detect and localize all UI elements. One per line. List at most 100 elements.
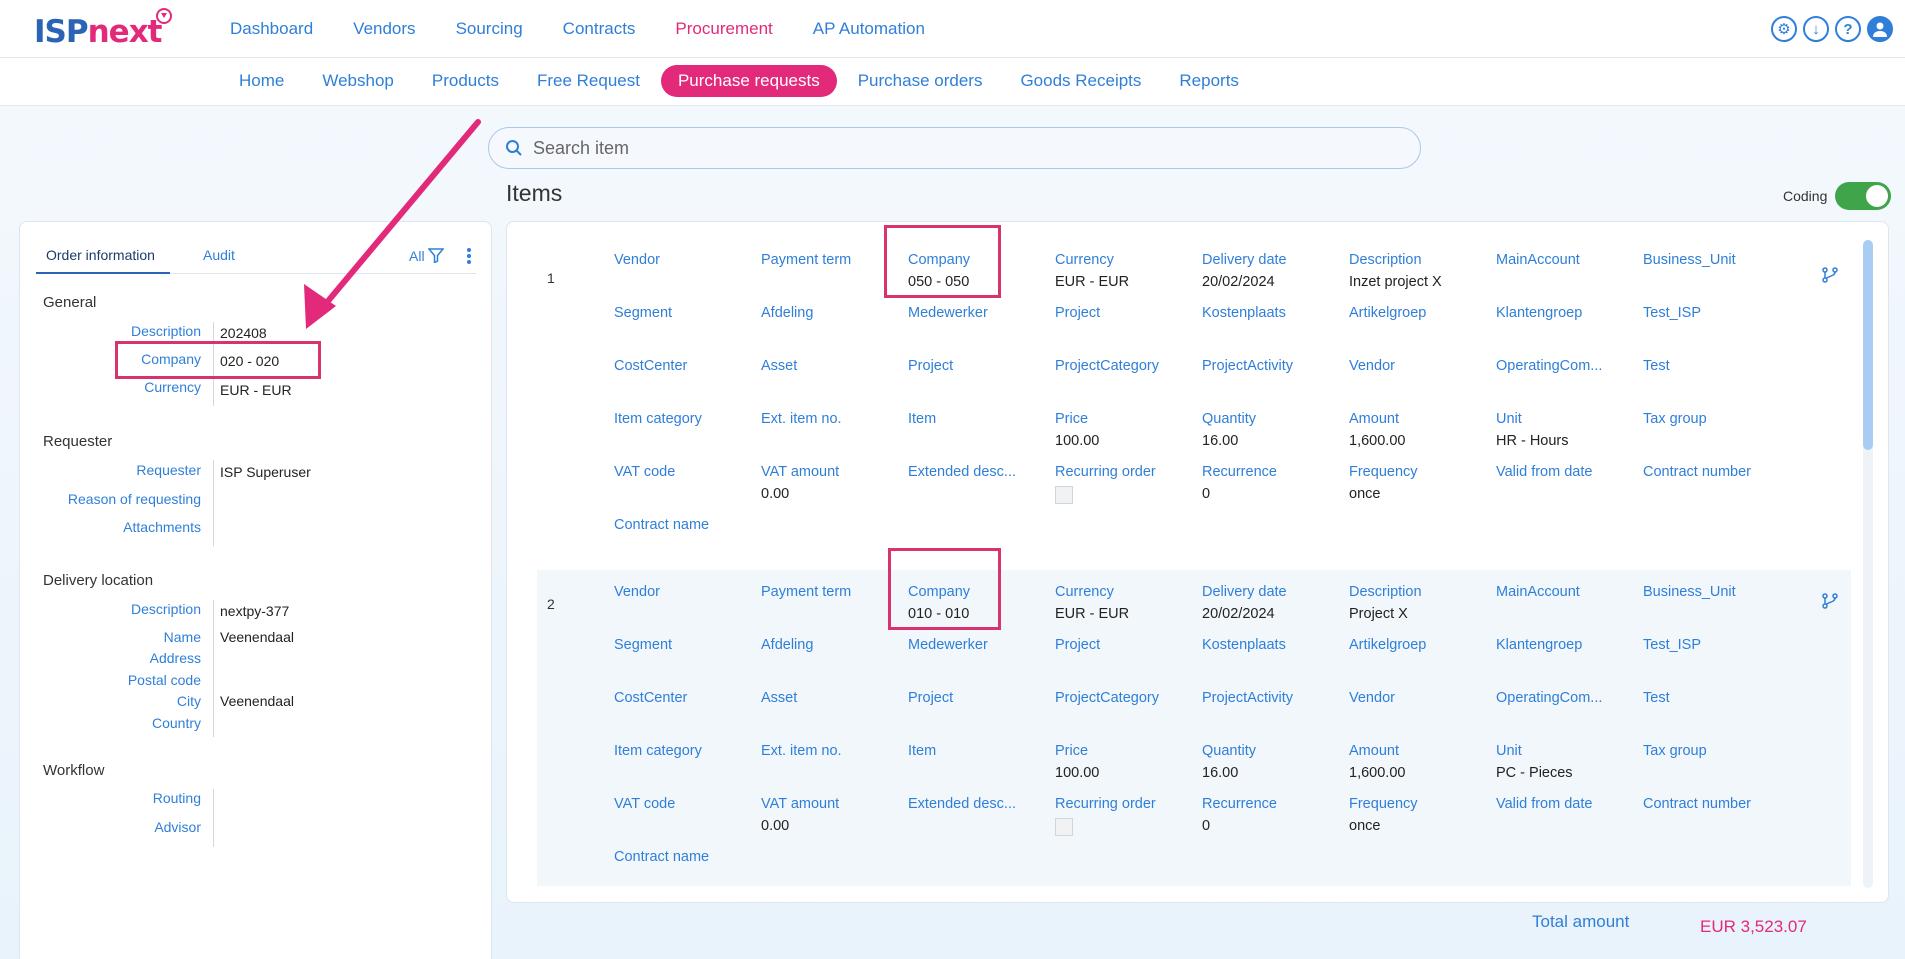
item-field[interactable]: Amount 1,600.00 xyxy=(1349,743,1489,781)
item-field[interactable]: MainAccount xyxy=(1496,252,1636,274)
branch-icon[interactable] xyxy=(1821,592,1839,610)
branch-icon[interactable] xyxy=(1821,266,1839,284)
item-field[interactable]: Currency EUR - EUR xyxy=(1055,584,1195,622)
help-icon[interactable]: ? xyxy=(1835,16,1861,42)
item-field[interactable]: Valid from date xyxy=(1496,464,1636,486)
item-field[interactable]: Tax group xyxy=(1643,411,1783,433)
nav-dashboard[interactable]: Dashboard xyxy=(230,19,313,39)
item-field[interactable]: Description Inzet project X xyxy=(1349,252,1489,290)
recurring-order-checkbox[interactable] xyxy=(1055,818,1073,836)
item-field[interactable]: MainAccount xyxy=(1496,584,1636,606)
subnav-products[interactable]: Products xyxy=(413,65,518,97)
item-field[interactable]: Extended desc... xyxy=(908,464,1048,486)
download-icon[interactable]: ↓ xyxy=(1803,16,1829,42)
item-field[interactable]: Klantengroep xyxy=(1496,305,1636,327)
item-field[interactable]: CostCenter xyxy=(614,690,754,712)
item-field[interactable]: Ext. item no. xyxy=(761,411,901,433)
item-field[interactable]: Kostenplaats xyxy=(1202,637,1342,659)
item-field[interactable]: Amount 1,600.00 xyxy=(1349,411,1489,449)
item-field[interactable]: Payment term xyxy=(761,584,901,606)
item-field[interactable]: Project xyxy=(1055,637,1195,659)
item-field[interactable]: ProjectCategory xyxy=(1055,358,1195,380)
item-field[interactable]: Afdeling xyxy=(761,305,901,327)
item-field[interactable]: Vendor xyxy=(1349,690,1489,712)
gear-icon[interactable]: ⚙ xyxy=(1771,16,1797,42)
item-field[interactable]: Afdeling xyxy=(761,637,901,659)
item-field[interactable]: ProjectActivity xyxy=(1202,690,1342,712)
item-field[interactable]: Test_ISP xyxy=(1643,637,1783,659)
item-field[interactable]: Klantengroep xyxy=(1496,637,1636,659)
nav-vendors[interactable]: Vendors xyxy=(353,19,415,39)
item-field[interactable]: Segment xyxy=(614,637,754,659)
item-field[interactable]: ProjectCategory xyxy=(1055,690,1195,712)
item-field[interactable]: Artikelgroep xyxy=(1349,637,1489,659)
nav-sourcing[interactable]: Sourcing xyxy=(456,19,523,39)
item-field[interactable]: Quantity 16.00 xyxy=(1202,411,1342,449)
item-field[interactable]: Payment term xyxy=(761,252,901,274)
subnav-reports[interactable]: Reports xyxy=(1160,65,1258,97)
user-icon[interactable] xyxy=(1867,16,1893,42)
item-field[interactable]: Vendor xyxy=(614,584,754,606)
item-field[interactable]: Frequency once xyxy=(1349,464,1489,502)
item-field[interactable]: Delivery date 20/02/2024 xyxy=(1202,584,1342,622)
item-field[interactable]: Recurrence 0 xyxy=(1202,796,1342,834)
item-field[interactable]: Valid from date xyxy=(1496,796,1636,818)
subnav-goods-receipts[interactable]: Goods Receipts xyxy=(1001,65,1160,97)
item-field[interactable]: Extended desc... xyxy=(908,796,1048,818)
item-field[interactable]: Contract number xyxy=(1643,796,1783,818)
subnav-webshop[interactable]: Webshop xyxy=(303,65,413,97)
item-field[interactable]: VAT amount 0.00 xyxy=(761,464,901,502)
item-field[interactable]: Item category xyxy=(614,411,754,433)
item-field[interactable]: Delivery date 20/02/2024 xyxy=(1202,252,1342,290)
subnav-purchase-orders[interactable]: Purchase orders xyxy=(839,65,1002,97)
item-field[interactable]: Medewerker xyxy=(908,637,1048,659)
item-field[interactable]: Description Project X xyxy=(1349,584,1489,622)
item-field[interactable]: Contract number xyxy=(1643,464,1783,486)
item-field[interactable]: Quantity 16.00 xyxy=(1202,743,1342,781)
subnav-home[interactable]: Home xyxy=(220,65,303,97)
item-field[interactable]: Recurring order xyxy=(1055,464,1195,504)
item-field[interactable]: Currency EUR - EUR xyxy=(1055,252,1195,290)
recurring-order-checkbox[interactable] xyxy=(1055,486,1073,504)
subnav-free-request[interactable]: Free Request xyxy=(518,65,659,97)
item-field[interactable]: Vendor xyxy=(1349,358,1489,380)
item-field[interactable]: Recurrence 0 xyxy=(1202,464,1342,502)
item-field[interactable]: Recurring order xyxy=(1055,796,1195,836)
item-field[interactable]: Ext. item no. xyxy=(761,743,901,765)
item-field[interactable]: Item category xyxy=(614,743,754,765)
item-field[interactable]: Item xyxy=(908,743,1048,765)
item-field[interactable]: VAT amount 0.00 xyxy=(761,796,901,834)
nav-ap-automation[interactable]: AP Automation xyxy=(813,19,925,39)
items-scrollbar[interactable] xyxy=(1863,240,1873,888)
item-field[interactable]: Test xyxy=(1643,358,1783,380)
tab-audit[interactable]: Audit xyxy=(203,246,235,274)
item-field[interactable]: Price 100.00 xyxy=(1055,411,1195,449)
item-field[interactable]: Contract name xyxy=(614,517,754,539)
item-field[interactable]: Business_Unit xyxy=(1643,584,1783,606)
item-field[interactable]: Price 100.00 xyxy=(1055,743,1195,781)
nav-procurement[interactable]: Procurement xyxy=(675,19,772,39)
subnav-purchase-requests[interactable]: Purchase requests xyxy=(660,65,837,97)
item-field[interactable]: CostCenter xyxy=(614,358,754,380)
item-field[interactable]: Test xyxy=(1643,690,1783,712)
item-field[interactable]: VAT code xyxy=(614,796,754,818)
item-field[interactable]: Segment xyxy=(614,305,754,327)
nav-contracts[interactable]: Contracts xyxy=(563,19,636,39)
item-field[interactable]: Project xyxy=(908,358,1048,380)
coding-toggle[interactable] xyxy=(1835,182,1892,210)
item-field[interactable]: Frequency once xyxy=(1349,796,1489,834)
filter-all[interactable]: All xyxy=(409,248,446,264)
item-field[interactable]: Test_ISP xyxy=(1643,305,1783,327)
item-field[interactable]: Artikelgroep xyxy=(1349,305,1489,327)
search-input[interactable] xyxy=(533,137,1393,159)
item-field[interactable]: Project xyxy=(1055,305,1195,327)
item-field[interactable]: Medewerker xyxy=(908,305,1048,327)
tab-order-information[interactable]: Order information xyxy=(36,246,170,274)
item-field[interactable]: OperatingCom... xyxy=(1496,690,1636,712)
item-field[interactable]: Business_Unit xyxy=(1643,252,1783,274)
more-options-icon[interactable] xyxy=(466,246,472,266)
ispnext-logo[interactable]: ISP next xyxy=(34,8,172,50)
item-field[interactable]: Asset xyxy=(761,358,901,380)
item-field[interactable]: Project xyxy=(908,690,1048,712)
item-field[interactable]: Vendor xyxy=(614,252,754,274)
